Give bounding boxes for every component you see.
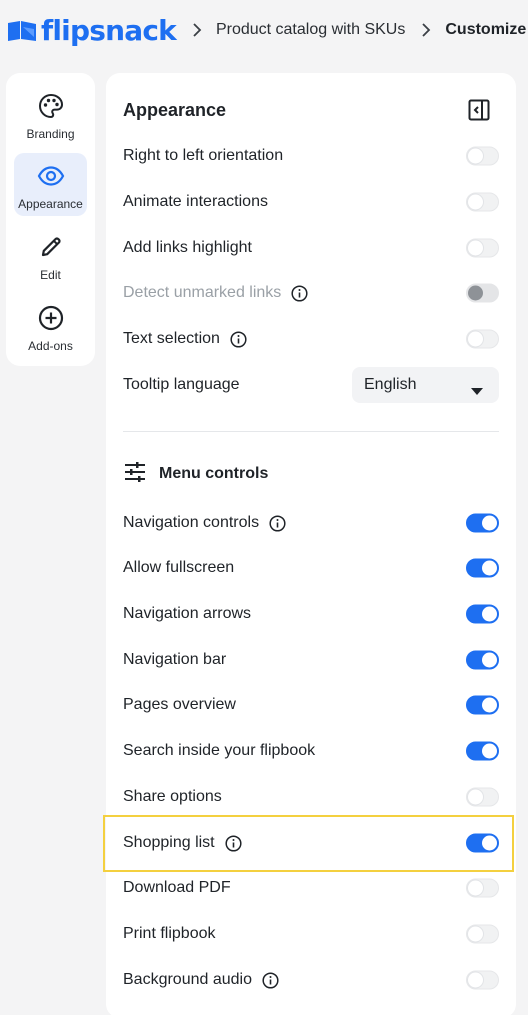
menu-row-background-audio: Background audio <box>123 965 499 995</box>
menu-row-pages-overview: Pages overview <box>123 690 499 720</box>
logo-text: flipsnack <box>41 13 177 47</box>
allow-fullscreen-toggle[interactable] <box>466 558 499 578</box>
navigation-arrows-toggle[interactable] <box>466 604 499 624</box>
info-icon[interactable] <box>291 284 308 302</box>
setting-row-text-selection: Text selection <box>123 324 499 354</box>
navigation-bar-toggle[interactable] <box>466 650 499 670</box>
setting-label: Shopping list <box>123 834 215 851</box>
plus-circle-icon <box>38 305 64 331</box>
appearance-panel: Appearance Right to left orientation Ani… <box>106 73 516 1015</box>
share-options-toggle[interactable] <box>466 787 499 807</box>
menu-row-search: Search inside your flipbook <box>123 736 499 766</box>
menu-controls-header: Menu controls <box>123 461 268 487</box>
navigation-controls-toggle[interactable] <box>466 513 499 533</box>
info-icon[interactable] <box>225 834 242 852</box>
text-selection-toggle[interactable] <box>466 329 499 349</box>
setting-label: Navigation bar <box>123 651 227 668</box>
detect-unmarked-links-toggle <box>466 283 499 303</box>
menu-row-download-pdf: Download PDF <box>123 873 499 903</box>
background-audio-toggle[interactable] <box>466 970 499 990</box>
rail-item-label: Add-ons <box>28 339 73 353</box>
top-bar: flipsnack Product catalog with SKUs Cust… <box>0 0 528 60</box>
setting-label: Pages overview <box>123 696 236 713</box>
setting-label: Allow fullscreen <box>123 559 235 576</box>
eye-icon <box>37 163 65 189</box>
collapse-panel-icon[interactable] <box>467 98 491 127</box>
animate-interactions-toggle[interactable] <box>466 192 499 212</box>
menu-row-navigation-bar: Navigation bar <box>123 645 499 675</box>
setting-row-rtl: Right to left orientation <box>123 141 499 171</box>
menu-row-fullscreen: Allow fullscreen <box>123 553 499 583</box>
palette-icon <box>38 93 64 119</box>
breadcrumb-current: Customize <box>445 21 527 38</box>
rtl-toggle[interactable] <box>466 146 499 166</box>
flipsnack-logo-icon <box>6 17 38 43</box>
pencil-icon <box>39 234 63 260</box>
info-icon[interactable] <box>262 971 279 989</box>
setting-row-detect-links: Detect unmarked links <box>123 278 499 308</box>
menu-row-shopping-list: Shopping list <box>123 828 499 858</box>
setting-label: Download PDF <box>123 879 231 896</box>
setting-label: Navigation arrows <box>123 605 252 622</box>
rail-item-label: Edit <box>40 268 61 282</box>
info-icon[interactable] <box>269 514 286 532</box>
rail-item-appearance[interactable]: Appearance <box>14 153 87 216</box>
select-value: English <box>364 376 417 393</box>
setting-label: Animate interactions <box>123 193 268 210</box>
search-inside-toggle[interactable] <box>466 741 499 761</box>
menu-row-navigation-controls: Navigation controls <box>123 508 499 538</box>
links-highlight-toggle[interactable] <box>466 238 499 258</box>
setting-row-links-highlight: Add links highlight <box>123 233 499 263</box>
breadcrumb-document[interactable]: Product catalog with SKUs <box>216 21 405 39</box>
setting-label: Navigation controls <box>123 514 260 531</box>
setting-label: Right to left orientation <box>123 147 284 164</box>
print-flipbook-toggle[interactable] <box>466 924 499 944</box>
setting-label: Add links highlight <box>123 239 252 256</box>
shopping-list-toggle[interactable] <box>466 833 499 853</box>
pages-overview-toggle[interactable] <box>466 695 499 715</box>
chevron-right-icon <box>192 23 202 37</box>
rail-item-edit[interactable]: Edit <box>14 224 87 287</box>
rail-item-label: Appearance <box>18 197 83 211</box>
left-rail: Branding Appearance Edit Add-ons <box>6 73 95 366</box>
panel-title: Appearance <box>123 100 227 120</box>
flipsnack-logo[interactable]: flipsnack <box>6 13 177 47</box>
rail-item-branding[interactable]: Branding <box>14 83 87 146</box>
tooltip-language-select[interactable]: English <box>352 367 499 403</box>
setting-row-animate: Animate interactions <box>123 187 499 217</box>
setting-label: Search inside your flipbook <box>123 742 316 759</box>
setting-label: Tooltip language <box>123 376 240 393</box>
rail-item-label: Branding <box>26 127 75 141</box>
menu-row-navigation-arrows: Navigation arrows <box>123 599 499 629</box>
caret-down-icon <box>471 382 483 400</box>
setting-label: Text selection <box>123 330 220 347</box>
menu-row-share-options: Share options <box>123 782 499 812</box>
chevron-right-icon <box>421 23 431 37</box>
setting-label: Detect unmarked links <box>123 284 282 301</box>
setting-label: Background audio <box>123 971 252 988</box>
sliders-icon <box>123 461 147 488</box>
info-icon[interactable] <box>230 330 247 348</box>
divider <box>123 431 499 432</box>
download-pdf-toggle[interactable] <box>466 878 499 898</box>
rail-item-add-ons[interactable]: Add-ons <box>14 295 87 358</box>
setting-row-tooltip-language: Tooltip language English <box>123 367 499 403</box>
menu-row-print-flipbook: Print flipbook <box>123 919 499 949</box>
section-title: Menu controls <box>159 465 269 482</box>
setting-label: Print flipbook <box>123 925 216 942</box>
setting-label: Share options <box>123 788 222 805</box>
